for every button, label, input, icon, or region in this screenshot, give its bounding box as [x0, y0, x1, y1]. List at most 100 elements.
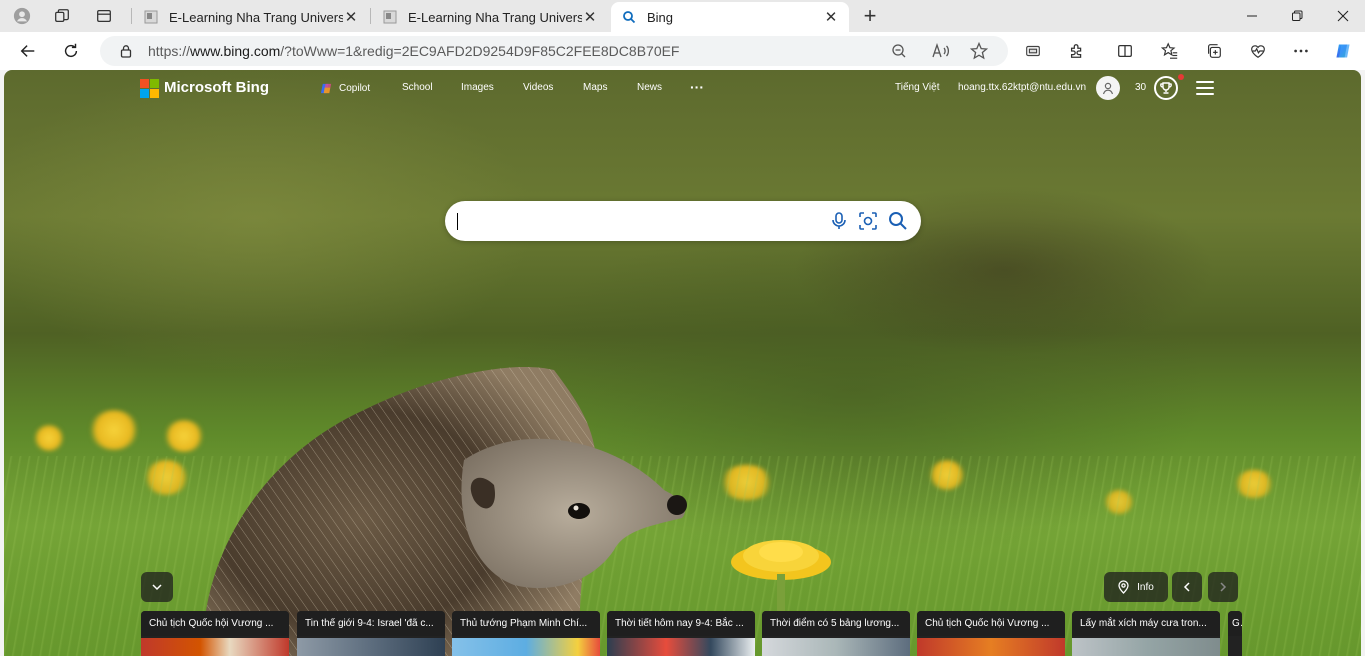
workspaces-button[interactable] [44, 0, 80, 32]
close-tab-icon[interactable]: ✕ [343, 9, 359, 26]
collapse-feed-button[interactable] [141, 572, 173, 602]
minimize-button[interactable] [1229, 0, 1275, 32]
previous-image-button[interactable] [1172, 572, 1202, 602]
lock-icon[interactable] [118, 43, 134, 59]
news-title: Chủ tịch Quốc hội Vương ... [141, 611, 289, 636]
workspaces-icon [55, 9, 69, 23]
rewards-points[interactable]: 30 [1135, 82, 1146, 93]
refresh-button[interactable] [57, 37, 85, 65]
language-link[interactable]: Tiếng Việt [895, 82, 939, 93]
news-thumbnail [141, 638, 289, 656]
read-aloud-icon[interactable] [932, 42, 950, 60]
news-card[interactable]: G [1228, 611, 1242, 656]
close-window-button[interactable] [1320, 0, 1365, 32]
logo-square [140, 89, 149, 98]
nav-label: Copilot [339, 83, 371, 94]
news-card[interactable]: Chủ tịch Quốc hội Vương ... [141, 611, 289, 656]
copilot-icon [1336, 44, 1350, 58]
collections-button[interactable] [1200, 37, 1228, 65]
nav-more[interactable]: ··· [690, 79, 704, 95]
tab-title: Bing [647, 9, 674, 25]
refresh-icon [64, 43, 78, 58]
trophy-icon [1160, 82, 1172, 94]
news-thumbnail [607, 638, 755, 656]
news-thumbnail [917, 638, 1065, 656]
nav-images[interactable]: Images [461, 82, 494, 93]
nav-videos[interactable]: Videos [523, 82, 553, 93]
search-icon[interactable] [888, 211, 908, 231]
nav-news[interactable]: News [637, 82, 662, 93]
favorites-button[interactable] [1156, 37, 1184, 65]
background-flower [34, 425, 64, 451]
user-avatar[interactable] [1096, 76, 1120, 100]
nav-copilot[interactable]: Copilot [320, 82, 370, 95]
app-available-button[interactable] [1019, 37, 1047, 65]
menu-line [1196, 87, 1214, 89]
url-text[interactable]: https://www.bing.com/?toWww=1&redig=2EC9… [148, 43, 680, 59]
close-tab-icon[interactable]: ✕ [823, 9, 839, 26]
news-title: Thời tiết hôm nay 9-4: Bắc ... [607, 611, 755, 636]
new-tab-button[interactable]: + [858, 3, 882, 28]
address-bar[interactable]: https://www.bing.com/?toWww=1&redig=2EC9… [100, 36, 1008, 66]
copilot-button[interactable] [1329, 37, 1357, 65]
nav-school[interactable]: School [402, 82, 433, 93]
info-label: Info [1137, 581, 1154, 593]
performance-button[interactable] [1244, 37, 1272, 65]
tab-elearning-1[interactable]: E-Learning Nha Trang University ✕ [133, 2, 369, 32]
favorites-star-list-icon [1161, 42, 1178, 59]
news-card[interactable]: Thủ tướng Phạm Minh Chí... [452, 611, 600, 656]
page-icon [143, 9, 159, 25]
menu-hamburger-icon[interactable] [1196, 81, 1214, 95]
nav-maps[interactable]: Maps [583, 82, 607, 93]
tab-elearning-2[interactable]: E-Learning Nha Trang University ✕ [372, 2, 608, 32]
chevron-right-icon [1220, 582, 1227, 592]
news-card[interactable]: Thời điểm có 5 bảng lương... [762, 611, 910, 656]
split-screen-icon [1118, 44, 1132, 58]
vertical-tabs-icon [97, 9, 111, 23]
tab-bing[interactable]: Bing ✕ [611, 2, 849, 32]
image-info-button[interactable]: Info [1104, 572, 1168, 602]
location-pin-icon [1118, 580, 1129, 594]
microsoft-logo-icon[interactable] [140, 79, 159, 98]
news-card[interactable]: Thời tiết hôm nay 9-4: Bắc ... [607, 611, 755, 656]
extensions-button[interactable] [1063, 37, 1091, 65]
profile-button[interactable] [4, 0, 40, 32]
notification-dot [1178, 74, 1184, 80]
news-card[interactable]: Chủ tịch Quốc hội Vương ... [917, 611, 1065, 656]
news-thumbnail [762, 638, 910, 656]
more-dots-icon [1294, 49, 1308, 53]
news-title: Tin thế giới 9-4: Israel 'đã c... [297, 611, 445, 636]
news-title: Chủ tịch Quốc hội Vương ... [917, 611, 1065, 636]
favorite-star-icon[interactable] [970, 42, 988, 60]
browser-toolbar: https://www.bing.com/?toWww=1&redig=2EC9… [0, 32, 1365, 70]
tab-strip: E-Learning Nha Trang University ✕ E-Lear… [0, 0, 1365, 32]
news-card[interactable]: Tin thế giới 9-4: Israel 'đã c... [297, 611, 445, 656]
split-screen-button[interactable] [1111, 37, 1139, 65]
rewards-button[interactable] [1154, 76, 1178, 100]
search-favicon-icon [621, 9, 637, 25]
microphone-icon[interactable] [829, 211, 849, 231]
settings-more-button[interactable] [1287, 37, 1315, 65]
menu-line [1196, 93, 1214, 95]
close-tab-icon[interactable]: ✕ [582, 9, 598, 26]
heartbeat-icon [1251, 45, 1265, 58]
news-card[interactable]: Lấy mắt xích máy cưa tron... [1072, 611, 1220, 656]
restore-button[interactable] [1274, 0, 1320, 32]
chevron-down-icon [152, 584, 162, 591]
search-box[interactable] [445, 201, 921, 241]
visual-search-icon[interactable] [858, 211, 878, 231]
tab-actions-button[interactable] [86, 0, 122, 32]
user-email[interactable]: hoang.ttx.62ktpt@ntu.edu.vn [958, 82, 1086, 93]
tab-title: E-Learning Nha Trang University [169, 9, 343, 25]
bing-homepage: Microsoft Bing Copilot School Images Vid… [4, 70, 1361, 656]
bing-brand-link[interactable]: Microsoft Bing [164, 79, 269, 96]
puzzle-icon [1070, 44, 1082, 58]
person-icon [1102, 82, 1114, 95]
profile-icon [13, 7, 31, 25]
search-input[interactable] [457, 209, 817, 233]
next-image-button[interactable] [1208, 572, 1238, 602]
zoom-icon[interactable] [890, 42, 908, 60]
logo-square [140, 79, 149, 88]
back-button[interactable] [14, 37, 42, 65]
url-path: /?toWww=1&redig=2EC9AFD2D9254D9F85C2FEE8… [280, 43, 680, 59]
